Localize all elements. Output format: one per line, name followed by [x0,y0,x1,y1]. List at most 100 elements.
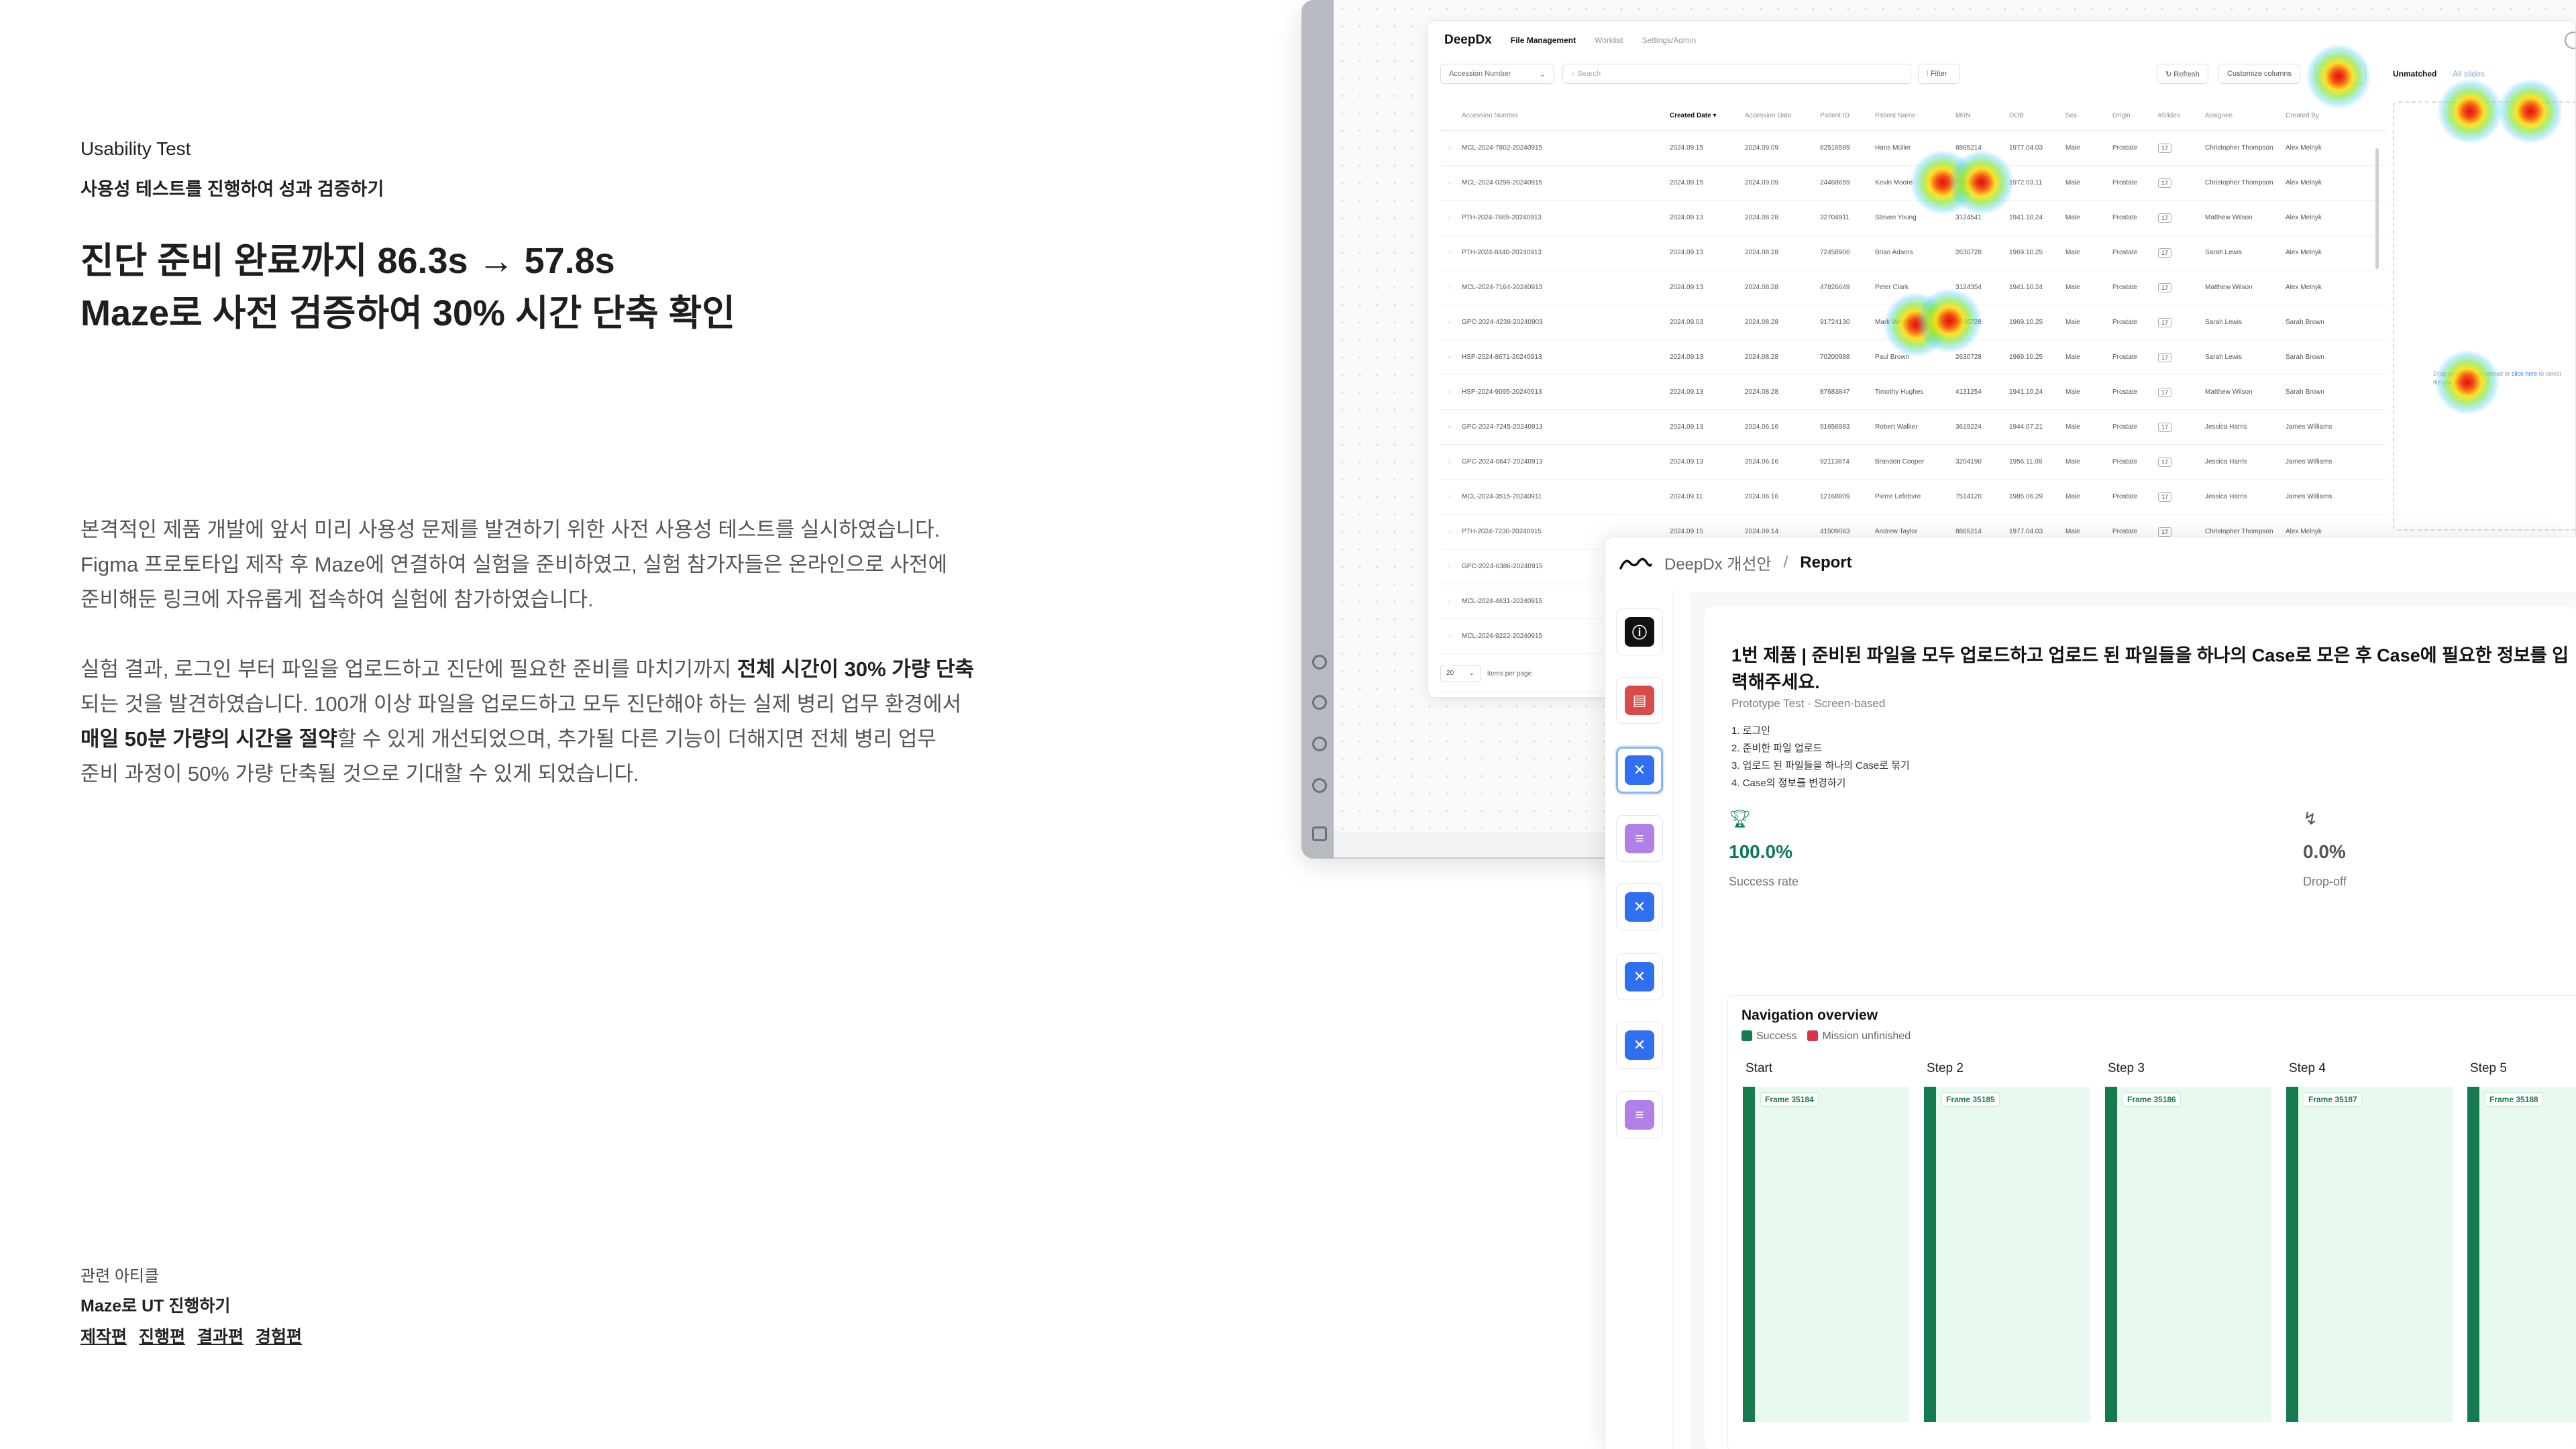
chevron-right-icon[interactable]: › [1440,354,1462,361]
related-link-progress[interactable]: 진행편 [139,1324,185,1348]
table-cell: GPC-2024-4239-20240903 [1462,319,1543,326]
help-icon[interactable] [1312,737,1327,751]
chevron-right-icon[interactable]: › [1440,633,1462,640]
table-cell: 2024.09.09 [1745,179,1779,186]
table-cell: Christopher Thompson [2205,144,2273,152]
table-cell: Brandon Cooper [1875,458,1925,466]
step-label: Step 2 [1927,1061,1964,1075]
step-column[interactable]: Frame 35187 [2286,1087,2453,1422]
chevron-right-icon[interactable]: › [1440,284,1462,291]
table-cell: Prostate [2112,354,2138,361]
col-accession-number[interactable]: Accession Number [1462,112,1670,119]
col-assignee[interactable]: Assignee [2205,111,2286,120]
col-accession-date[interactable]: Accession Date [1745,112,1820,119]
table-cell: 2024.09.13 [1670,458,1704,466]
app-logo: DeepDx [1444,33,1492,47]
step-column[interactable]: Frame 35185 [1924,1087,2090,1422]
col-sex[interactable]: Sex [2065,112,2112,119]
col-slides[interactable]: #Slides [2158,112,2205,119]
chevron-right-icon[interactable]: › [1440,214,1462,221]
frame-tag: Frame 35188 [2485,1092,2543,1107]
chevron-right-icon[interactable]: › [1440,249,1462,256]
upload-drop-zone[interactable] [2393,101,2575,531]
chevron-right-icon[interactable]: › [1440,179,1462,186]
chevron-right-icon[interactable]: › [1440,563,1462,570]
table-cell: Jessica Harris [2205,423,2247,431]
table-cell: 17 [2158,527,2205,537]
table-row[interactable]: › MCL-2024-3515-20240911 2024.09.11 2024.06… [1440,480,2386,515]
tab-all-slides[interactable]: All slides [2453,69,2484,78]
table-cell: 17 [2158,457,2205,467]
customize-columns-button[interactable]: Customize columns [2218,64,2300,84]
close-icon[interactable] [2565,32,2575,49]
table-cell: James Williams [2286,493,2332,500]
table-cell: 91656983 [1820,423,1850,431]
table-cell: PTH-2024-8440-20240913 [1462,249,1542,256]
table-cell: Sarah Lewis [2205,319,2243,326]
block-mission-2[interactable]: ✕ [1616,883,1663,930]
dropoff-icon: ↯ [2303,808,2318,828]
table-cell: Prostate [2112,144,2138,152]
legend-success: Success [1741,1030,1796,1042]
table-cell: 17 [2158,317,2205,327]
filter-button[interactable]: ⫶ Filter [1918,64,1960,84]
table-cell: 17 [2158,178,2205,188]
mission-icon: ✕ [1625,892,1654,922]
related-link-experience[interactable]: 경험편 [256,1324,302,1348]
table-cell: GPC-2024-0647-20240913 [1462,458,1543,466]
upload-icon[interactable] [1312,655,1327,669]
search-field-select[interactable]: Accession Number ⌄ [1440,64,1554,84]
table-cell: 2024.09.13 [1670,249,1704,256]
page-size-select[interactable]: 20 ⌄ [1440,665,1481,682]
table-cell: 32704911 [1820,214,1849,221]
col-mrn[interactable]: MRN [1955,112,2009,119]
chevron-right-icon[interactable]: › [1440,423,1462,431]
related-link-results[interactable]: 결과편 [197,1324,244,1348]
col-dob[interactable]: DOB [2009,112,2065,119]
table-cell: 2630728 [1955,249,1982,256]
block-mission-4[interactable]: ✕ [1616,1022,1663,1069]
block-welcome[interactable]: ⓘ [1616,608,1663,655]
chevron-right-icon[interactable]: › [1440,144,1462,152]
step-label: Start [1746,1061,1773,1075]
chevron-right-icon[interactable]: › [1440,319,1462,326]
chevron-right-icon[interactable]: › [1440,493,1462,500]
chevron-right-icon[interactable]: › [1440,598,1462,605]
search-input[interactable]: ⌕ Search [1562,64,1911,84]
col-created-by[interactable]: Created By [2286,112,2366,119]
panel-icon[interactable] [1312,826,1327,841]
step-column[interactable]: Frame 35186 [2105,1087,2271,1422]
chevron-right-icon[interactable]: › [1440,388,1462,396]
table-row[interactable]: › PTH-2024-8440-20240913 2024.09.13 2024.08… [1440,235,2386,270]
col-patient-name[interactable]: Patient Name [1875,112,1955,119]
block-mission-3[interactable]: ✕ [1616,953,1663,1000]
chevron-right-icon[interactable]: › [1440,528,1462,535]
table-row[interactable]: › MCL-2024-7802-20240915 2024.09.15 2024.09… [1440,131,2386,166]
block-question-2[interactable]: ≡ [1616,1091,1663,1138]
col-origin[interactable]: Origin [2112,112,2158,119]
table-row[interactable]: › PTH-2024-7665-20240913 2024.09.13 2024.08… [1440,201,2386,235]
table-row[interactable]: › GPC-2024-0647-20240913 2024.09.13 2024.06… [1440,445,2386,480]
nav-file-management[interactable]: File Management [1511,36,1576,45]
breadcrumb-project[interactable]: DeepDx 개선안 [1664,551,1772,574]
drop-click-here-link[interactable]: click here [2512,370,2537,377]
table-row[interactable]: › HSP-2024-9095-20240913 2024.09.13 2024.08… [1440,375,2386,410]
block-mission-1[interactable]: ✕ [1616,747,1663,794]
related-link-production[interactable]: 제작편 [80,1324,127,1348]
block-question[interactable]: ≡ [1616,815,1663,862]
col-patient-id[interactable]: Patient ID [1820,112,1875,119]
step-column[interactable]: Frame 35184 [1743,1087,1909,1422]
bell-icon[interactable] [1312,695,1327,710]
gear-icon[interactable] [1312,778,1327,793]
nav-settings-admin[interactable]: Settings/Admin [1642,36,1697,45]
mission-icon: ✕ [1625,755,1654,785]
chevron-right-icon[interactable]: › [1440,458,1462,466]
table-scrollbar[interactable] [2375,148,2379,269]
refresh-button[interactable]: ↻ Refresh [2157,64,2208,84]
nav-worklist[interactable]: Worklist [1595,36,1623,45]
col-created-date[interactable]: Created Date ▾ [1670,112,1745,119]
step-column[interactable]: Frame 35188 [2467,1087,2576,1422]
block-context[interactable]: ▤ [1616,677,1663,724]
tab-unmatched[interactable]: Unmatched [2393,69,2436,78]
table-row[interactable]: › GPC-2024-7245-20240913 2024.09.13 2024.06… [1440,410,2386,445]
